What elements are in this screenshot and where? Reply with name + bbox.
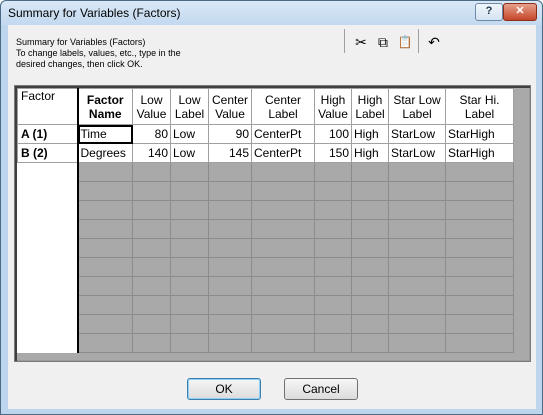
star-high-label-cell[interactable]: StarHigh	[445, 143, 514, 163]
factor-id-cell: B (2)	[17, 143, 78, 163]
table-header-row: Factor Factor Name Low Value Low Label C…	[17, 88, 514, 125]
empty-row	[17, 200, 514, 220]
star-low-label-cell[interactable]: StarLow	[388, 124, 446, 144]
factor-id-cell: A (1)	[17, 124, 78, 144]
table-row: A (1) Time 80 Low 90 CenterPt 100 High S…	[17, 124, 514, 144]
col-header-low-label: Low Label	[170, 88, 209, 125]
star-high-label-cell[interactable]: StarHigh	[445, 124, 514, 144]
instructions-text: Summary for Variables (Factors) To chang…	[16, 37, 316, 70]
cut-icon[interactable]: ✂	[351, 32, 371, 52]
col-header-high-value: High Value	[314, 88, 352, 125]
table-row: B (2) Degrees 140 Low 145 CenterPt 150 H…	[17, 143, 514, 163]
close-button[interactable]: ✕	[503, 3, 537, 21]
empty-row	[17, 162, 514, 182]
low-value-cell[interactable]: 140	[132, 143, 171, 163]
center-label-cell[interactable]: CenterPt	[251, 124, 315, 144]
low-label-cell[interactable]: Low	[170, 143, 209, 163]
toolbar-separator	[418, 29, 419, 53]
col-header-factor: Factor	[17, 88, 78, 125]
factor-name-cell[interactable]: Time	[76, 124, 133, 144]
col-header-center-label: Center Label	[251, 88, 315, 125]
dialog-window: Summary for Variables (Factors) ? ✕ Summ…	[0, 0, 543, 415]
ok-button[interactable]: OK	[187, 378, 261, 400]
help-button[interactable]: ?	[475, 3, 503, 21]
col-header-high-label: High Label	[351, 88, 389, 125]
center-label-cell[interactable]: CenterPt	[251, 143, 315, 163]
high-value-cell[interactable]: 150	[314, 143, 352, 163]
col-header-center-value: Center Value	[208, 88, 252, 125]
empty-row	[17, 238, 514, 258]
dialog-client-area: Summary for Variables (Factors) To chang…	[8, 25, 536, 409]
center-value-cell[interactable]: 145	[208, 143, 252, 163]
empty-row	[17, 219, 514, 239]
col-header-low-value: Low Value	[132, 88, 171, 125]
factor-name-cell[interactable]: Degrees	[76, 143, 133, 163]
instructions-line-2: To change labels, values, etc., type in …	[16, 48, 181, 58]
center-value-cell[interactable]: 90	[208, 124, 252, 144]
undo-icon[interactable]: ↶	[424, 32, 444, 52]
empty-row	[17, 314, 514, 334]
factor-summary-grid: Factor Factor Name Low Value Low Label C…	[14, 85, 531, 362]
empty-row	[17, 257, 514, 277]
empty-row	[17, 181, 514, 201]
paste-icon[interactable]: 📋	[395, 32, 415, 52]
col-header-star-low-label: Star Low Label	[388, 88, 446, 125]
low-value-cell[interactable]: 80	[132, 124, 171, 144]
title-bar: Summary for Variables (Factors) ? ✕	[1, 1, 542, 25]
edit-toolbar: ✂ ⧉ 📋 ↶	[344, 27, 444, 55]
grid-body: Factor Factor Name Low Value Low Label C…	[15, 86, 530, 361]
high-value-cell[interactable]: 100	[314, 124, 352, 144]
copy-icon[interactable]: ⧉	[373, 32, 393, 52]
col-header-factor-name: Factor Name	[76, 88, 133, 125]
low-label-cell[interactable]: Low	[170, 124, 209, 144]
empty-row	[17, 333, 514, 353]
star-low-label-cell[interactable]: StarLow	[388, 143, 446, 163]
high-label-cell[interactable]: High	[351, 124, 389, 144]
factor-table: Factor Factor Name Low Value Low Label C…	[17, 88, 514, 353]
window-title: Summary for Variables (Factors)	[8, 6, 181, 20]
toolbar-separator	[344, 29, 345, 53]
cancel-button[interactable]: Cancel	[284, 378, 358, 400]
empty-row	[17, 295, 514, 315]
empty-row	[17, 276, 514, 296]
instructions-line-3: desired changes, then click OK.	[16, 59, 143, 69]
instructions-line-1: Summary for Variables (Factors)	[16, 37, 146, 47]
high-label-cell[interactable]: High	[351, 143, 389, 163]
col-header-star-hi-label: Star Hi. Label	[445, 88, 514, 125]
